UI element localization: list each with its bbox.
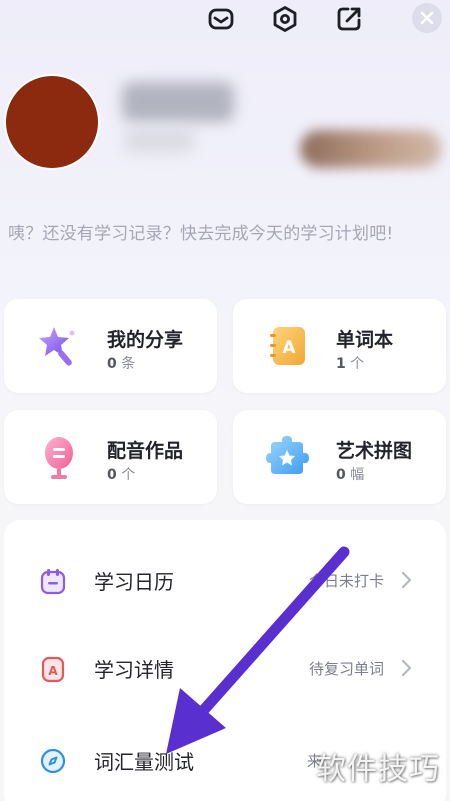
microphone-icon: [36, 434, 82, 480]
list-item-status: 待复习单词: [308, 660, 384, 678]
watermark-text: 软件技巧: [316, 752, 440, 787]
mail-icon[interactable]: [206, 4, 236, 34]
list-item-label: 学习日历: [94, 570, 174, 594]
blurred-subtitle: [124, 128, 194, 152]
settings-icon[interactable]: [270, 4, 300, 34]
avatar[interactable]: [6, 76, 98, 168]
list-item-status: 今日未打卡: [308, 572, 384, 590]
svg-text:A: A: [282, 338, 296, 358]
card-wordbook[interactable]: A 单词本 1 个: [233, 299, 446, 393]
card-count: 0 条: [107, 356, 136, 372]
card-title: 单词本: [336, 329, 394, 351]
list-item-label: 词汇量测试: [94, 750, 194, 774]
close-icon[interactable]: [412, 3, 442, 33]
details-icon: A: [38, 654, 68, 684]
blurred-member-badge[interactable]: [300, 130, 442, 168]
card-title: 我的分享: [107, 329, 184, 351]
svg-text:A: A: [48, 664, 58, 678]
wordbook-icon: A: [265, 323, 311, 369]
compass-icon: [38, 746, 68, 776]
card-my-share[interactable]: 我的分享 0 条: [4, 299, 217, 393]
card-count: 1 个: [336, 356, 365, 372]
puzzle-icon: [265, 434, 311, 480]
card-count: 0 个: [107, 467, 136, 483]
card-title: 配音作品: [107, 440, 184, 462]
study-tip: 咦？还没有学习记录？快去完成今天的学习计划吧!: [8, 224, 394, 244]
card-count: 0 幅: [336, 467, 365, 483]
chevron-right-icon: [400, 658, 414, 678]
card-art-puzzle[interactable]: 艺术拼图 0 幅: [233, 410, 446, 504]
card-dubbing-works[interactable]: 配音作品 0 个: [4, 410, 217, 504]
list-item-label: 学习详情: [94, 658, 174, 682]
share-icon[interactable]: [334, 4, 364, 34]
list-item-study-calendar[interactable]: 学习日历 今日未打卡: [4, 552, 446, 612]
chevron-right-icon: [400, 570, 414, 590]
card-title: 艺术拼图: [336, 440, 413, 462]
list-item-study-details[interactable]: A 学习详情 待复习单词: [4, 640, 446, 700]
calendar-icon: [38, 566, 68, 596]
star-wand-icon: [36, 323, 82, 369]
blurred-username: [122, 82, 234, 122]
